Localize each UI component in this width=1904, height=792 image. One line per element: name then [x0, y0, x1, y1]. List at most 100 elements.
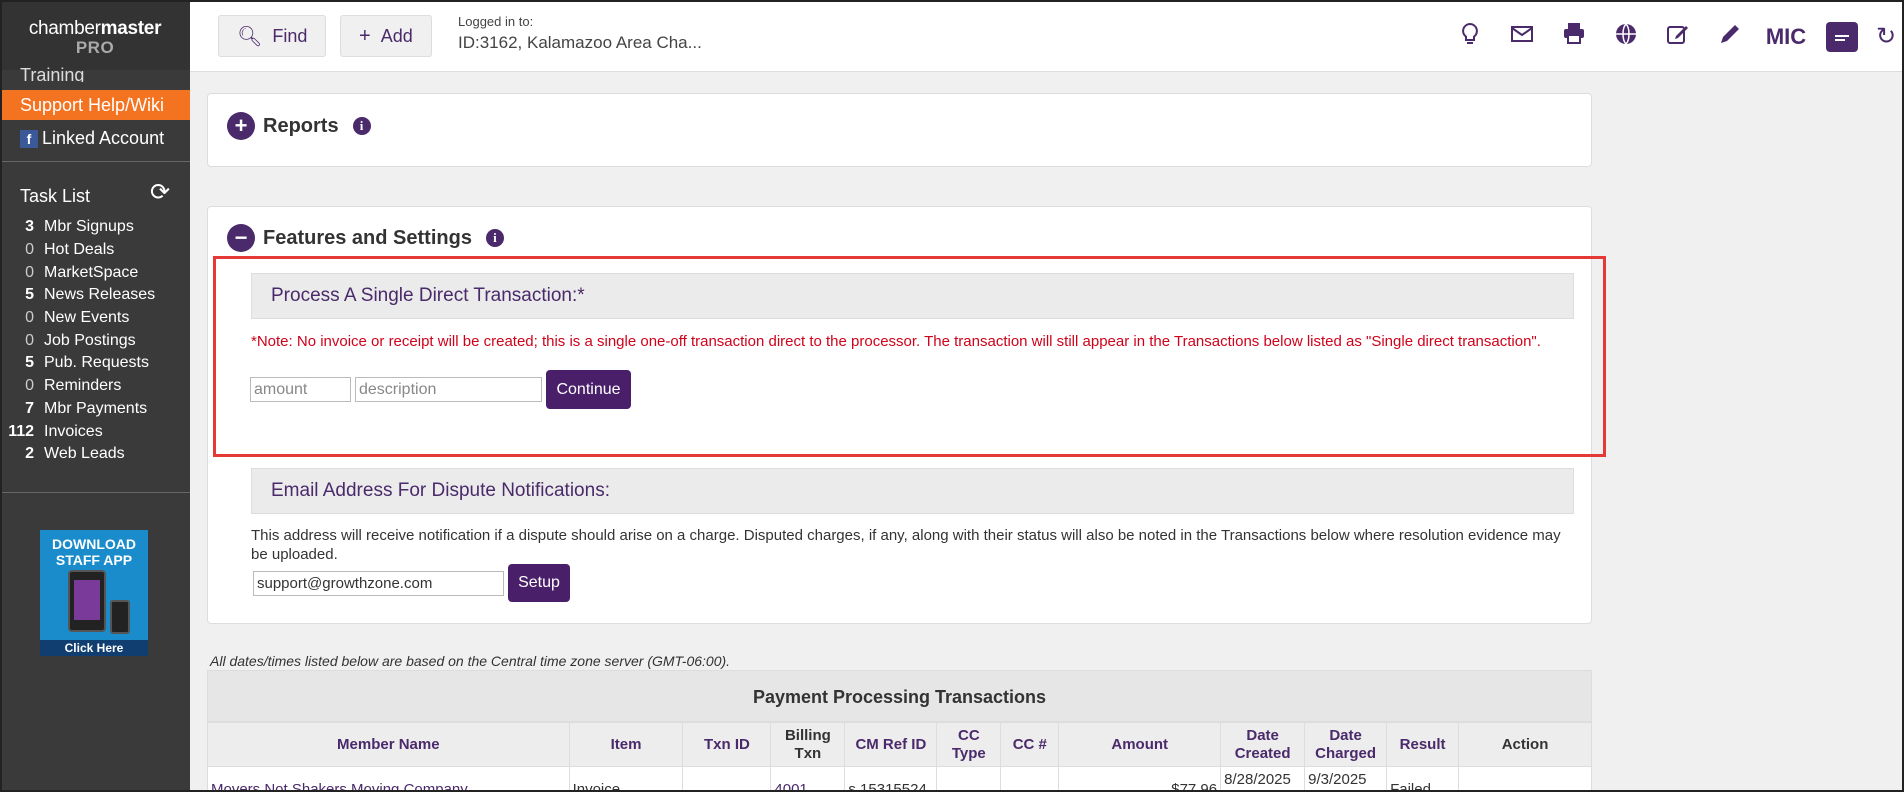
- toolbar-icons: MIC ↻: [1444, 22, 1904, 52]
- col-action: Action: [1458, 722, 1592, 767]
- transactions-title: Payment Processing Transactions: [207, 670, 1592, 722]
- ad-line2: STAFF APP: [55, 552, 133, 568]
- features-title: Features and Settings: [263, 226, 472, 249]
- task-item[interactable]: 2 Web Leads: [0, 443, 190, 466]
- reports-header[interactable]: + Reports i: [227, 112, 371, 140]
- task-label: Job Postings: [44, 331, 136, 349]
- find-button[interactable]: 🔍︎ Find: [218, 15, 327, 57]
- add-label: Add: [380, 25, 413, 46]
- linked-account-label: Linked Account: [42, 128, 165, 148]
- table-row: Movers Not Shakers Moving Company Invoic…: [207, 766, 1592, 792]
- col-txn-id[interactable]: Txn ID: [682, 722, 772, 767]
- find-label: Find: [272, 25, 308, 46]
- logo-text: chamber: [28, 18, 101, 39]
- mail-icon[interactable]: [1496, 22, 1548, 52]
- sidebar-item-linked-account[interactable]: f Linked Account: [20, 128, 164, 149]
- task-label: Web Leads: [44, 445, 125, 463]
- task-count: 0: [25, 377, 34, 395]
- task-label: MarketSpace: [44, 263, 139, 281]
- sidebar: chambermaster PRO Training Support Help/…: [0, 0, 190, 792]
- timezone-note: All dates/times listed below are based o…: [210, 653, 731, 669]
- amount-cell: $77.96: [1058, 766, 1222, 792]
- task-item[interactable]: 3 Mbr Signups: [0, 216, 190, 239]
- date-created-cell: 8/28/2025: [1220, 766, 1306, 792]
- info-icon[interactable]: i: [485, 229, 504, 247]
- plus-icon: +: [359, 24, 371, 47]
- task-count: 0: [25, 241, 34, 259]
- task-label: Hot Deals: [44, 241, 115, 259]
- dispute-email-field[interactable]: [253, 571, 504, 596]
- task-count: 0: [25, 331, 34, 349]
- logged-in-value[interactable]: ID:3162, Kalamazoo Area Cha...: [458, 33, 702, 53]
- table-header-row: Member Name Item Txn ID Billing Txn CM R…: [207, 722, 1592, 767]
- dispute-heading: Email Address For Dispute Notifications:: [251, 468, 1574, 514]
- task-item[interactable]: 7 Mbr Payments: [0, 398, 190, 421]
- edit-square-icon[interactable]: [1652, 22, 1704, 52]
- refresh-icon[interactable]: ⟳: [150, 178, 170, 207]
- action-cell[interactable]: [1458, 766, 1592, 792]
- txn-id-cell: [682, 766, 772, 792]
- task-label: Reminders: [44, 377, 122, 395]
- billing-txn-link[interactable]: 4001: [770, 766, 846, 792]
- click-here-label: Click Here: [40, 640, 148, 656]
- ad-line1: DOWNLOAD: [52, 536, 136, 552]
- top-bar: 🔍︎ Find + Add Logged in to: ID:3162, Kal…: [190, 0, 1904, 72]
- task-label: News Releases: [44, 286, 156, 304]
- info-icon[interactable]: i: [352, 117, 371, 135]
- task-count: 112: [8, 422, 34, 440]
- download-staff-app-banner[interactable]: DOWNLOAD STAFF APP Click Here: [40, 530, 148, 656]
- sidebar-item-support[interactable]: Support Help/Wiki: [2, 90, 190, 120]
- col-item[interactable]: Item: [568, 722, 684, 767]
- col-amount[interactable]: Amount: [1058, 722, 1222, 767]
- ref-id-cell: s 15315524: [844, 766, 938, 792]
- sidebar-item-training[interactable]: Training: [20, 62, 84, 82]
- add-button[interactable]: + Add: [340, 15, 432, 57]
- logo-text-bold: master: [100, 18, 162, 39]
- task-count: 0: [25, 263, 34, 281]
- user-initials-button[interactable]: MIC: [1756, 22, 1816, 52]
- col-cc-number[interactable]: CC #: [1000, 722, 1060, 767]
- chat-icon[interactable]: [1826, 22, 1858, 52]
- task-list-heading: Task List: [20, 186, 91, 206]
- result-cell: Failed: [1386, 766, 1460, 792]
- setup-button[interactable]: Setup: [508, 564, 570, 602]
- logged-in-info: Logged in to: ID:3162, Kalamazoo Area Ch…: [458, 14, 702, 53]
- logo[interactable]: chambermaster PRO: [0, 0, 190, 70]
- task-label: Pub. Requests: [44, 354, 149, 372]
- col-result[interactable]: Result: [1386, 722, 1460, 767]
- expand-icon[interactable]: +: [227, 112, 255, 140]
- facebook-icon: f: [20, 129, 38, 148]
- task-item[interactable]: 5 News Releases: [0, 284, 190, 307]
- pencil-icon[interactable]: [1704, 22, 1756, 52]
- task-item[interactable]: 0 MarketSpace: [0, 261, 190, 284]
- col-cc-type[interactable]: CC Type: [936, 722, 1002, 767]
- cc-number-cell: [1000, 766, 1060, 792]
- col-date-created[interactable]: Date Created: [1220, 722, 1306, 767]
- task-item[interactable]: 0 Reminders: [0, 375, 190, 398]
- task-count: 0: [25, 309, 34, 327]
- divider: [2, 492, 190, 493]
- task-item[interactable]: 0 Job Postings: [0, 329, 190, 352]
- col-date-charged[interactable]: Date Charged: [1304, 722, 1388, 767]
- cc-type-cell: [936, 766, 1002, 792]
- print-icon[interactable]: [1548, 22, 1600, 52]
- member-name-link[interactable]: Movers Not Shakers Moving Company: [207, 766, 570, 792]
- col-member-name[interactable]: Member Name: [207, 722, 570, 767]
- date-charged-cell: 9/3/2025: [1304, 766, 1388, 792]
- task-count: 2: [25, 445, 34, 463]
- task-item[interactable]: 0 New Events: [0, 307, 190, 330]
- features-header[interactable]: − Features and Settings i: [227, 224, 504, 252]
- dispute-description: This address will receive notification i…: [251, 527, 1561, 563]
- collapse-icon[interactable]: −: [227, 224, 255, 252]
- col-billing-txn: Billing Txn: [770, 722, 846, 767]
- task-count: 5: [25, 286, 34, 304]
- globe-icon[interactable]: [1600, 22, 1652, 52]
- task-item[interactable]: 0 Hot Deals: [0, 239, 190, 262]
- col-cm-ref-id[interactable]: CM Ref ID: [844, 722, 938, 767]
- task-item[interactable]: 112 Invoices: [0, 420, 190, 443]
- task-count: 3: [25, 218, 34, 236]
- reload-icon[interactable]: ↻: [1868, 22, 1904, 52]
- task-item[interactable]: 5 Pub. Requests: [0, 352, 190, 375]
- lightbulb-icon[interactable]: [1444, 22, 1496, 52]
- reports-title: Reports: [263, 114, 339, 137]
